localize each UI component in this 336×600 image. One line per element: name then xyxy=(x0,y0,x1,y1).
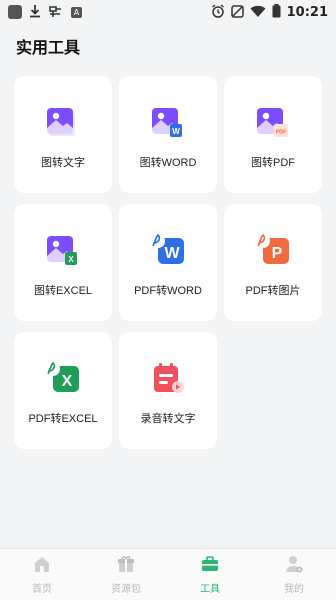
nav-profile[interactable]: 我的 xyxy=(252,549,336,600)
nav-resources-label: 资源包 xyxy=(111,584,141,595)
svg-text:W: W xyxy=(172,127,180,136)
tool-label: 图转PDF xyxy=(251,157,295,169)
download-icon xyxy=(29,4,41,21)
wifi-icon xyxy=(250,3,266,22)
tool-label: 图转EXCEL xyxy=(33,285,93,297)
tool-image-to-word[interactable]: W 图转WORD xyxy=(119,76,217,193)
tool-image-to-excel[interactable]: X 图转EXCEL xyxy=(14,204,112,321)
tool-pdf-to-image[interactable]: P PDF转图片 xyxy=(224,204,322,321)
svg-text:P: P xyxy=(272,245,283,262)
nav-home[interactable]: 首页 xyxy=(0,549,84,600)
tool-label: 图转文字 xyxy=(41,157,85,169)
app-square-icon xyxy=(8,5,22,19)
status-bar: A 10:21 xyxy=(0,0,336,24)
status-time: 10:21 xyxy=(286,4,328,20)
nav-profile-label: 我的 xyxy=(284,584,304,595)
page-title: 实用工具 xyxy=(16,38,81,57)
gift-icon xyxy=(116,554,136,578)
profile-icon xyxy=(284,554,304,578)
home-icon xyxy=(32,554,52,578)
silent-icon xyxy=(230,3,244,22)
pdf-to-image-icon: P xyxy=(255,232,291,268)
tool-image-to-pdf[interactable]: PDF 图转PDF xyxy=(224,76,322,193)
alarm-icon xyxy=(211,3,225,22)
tool-pdf-to-excel[interactable]: X PDF转EXCEL xyxy=(14,332,112,449)
image-to-pdf-icon: PDF xyxy=(255,104,291,140)
nav-tools[interactable]: 工具 xyxy=(168,549,252,600)
nfc-icon xyxy=(48,4,64,21)
toolbox-icon xyxy=(200,554,220,578)
svg-text:PDF: PDF xyxy=(276,130,288,136)
a-box-icon: A xyxy=(71,6,82,18)
tool-pdf-to-word[interactable]: W PDF转WORD xyxy=(119,204,217,321)
nav-home-label: 首页 xyxy=(32,584,52,595)
pdf-to-excel-icon: X xyxy=(45,360,81,396)
image-to-text-icon xyxy=(45,104,81,140)
tool-label: PDF转图片 xyxy=(245,285,301,297)
battery-icon xyxy=(272,3,281,22)
tool-image-to-text[interactable]: 图转文字 xyxy=(14,76,112,193)
image-to-excel-icon: X xyxy=(45,232,81,268)
audio-to-text-icon xyxy=(150,360,186,396)
tool-label: PDF转WORD xyxy=(134,285,202,297)
nav-resources[interactable]: 资源包 xyxy=(84,549,168,600)
svg-text:X: X xyxy=(62,373,73,390)
svg-text:X: X xyxy=(68,255,74,264)
svg-text:W: W xyxy=(164,245,180,262)
nav-tools-label: 工具 xyxy=(200,584,220,595)
tool-label: PDF转EXCEL xyxy=(28,413,98,425)
tool-label: 图转WORD xyxy=(139,157,197,169)
bottom-nav: 首页 资源包 工具 我的 xyxy=(0,548,336,600)
image-to-word-icon: W xyxy=(150,104,186,140)
tool-audio-to-text[interactable]: 录音转文字 xyxy=(119,332,217,449)
tool-label: 录音转文字 xyxy=(140,413,196,425)
pdf-to-word-icon: W xyxy=(150,232,186,268)
